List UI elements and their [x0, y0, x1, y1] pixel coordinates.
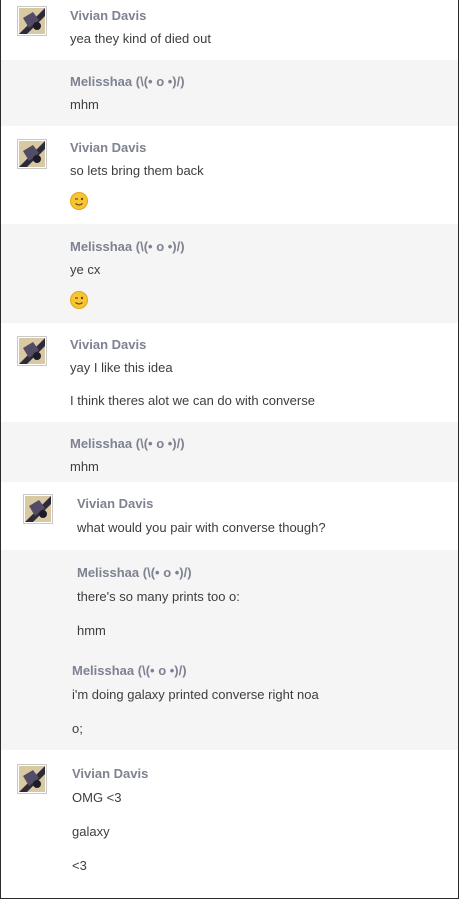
chat-message: Vivian Davis what would you pair with co…: [1, 482, 458, 550]
sender-name[interactable]: Melisshaa (\(• o •)/): [70, 436, 185, 451]
avatar[interactable]: [17, 6, 47, 36]
sender-name[interactable]: Melisshaa (\(• o •)/): [77, 565, 192, 580]
avatar[interactable]: [23, 494, 53, 524]
chat-message: Melisshaa (\(• o •)/) mhm: [1, 60, 458, 126]
sender-name[interactable]: Melisshaa (\(• o •)/): [70, 74, 185, 89]
message-text: so lets bring them back: [70, 163, 204, 178]
message-text: galaxy: [72, 824, 110, 839]
message-text: what would you pair with converse though…: [77, 520, 326, 535]
message-text: OMG <3: [72, 790, 122, 805]
message-text: I think theres alot we can do with conve…: [70, 393, 315, 408]
chat-message: Melisshaa (\(• o •)/) ye cx: [1, 224, 458, 323]
message-text: hmm: [77, 623, 106, 638]
chat-message: Vivian Davis yea they kind of died out: [1, 0, 458, 60]
winking-face-emoji-icon: [70, 291, 88, 309]
sender-name[interactable]: Vivian Davis: [72, 766, 148, 781]
avatar[interactable]: [17, 336, 47, 366]
message-text: <3: [72, 858, 87, 873]
chat-message: Vivian Davis OMG <3 galaxy <3: [1, 750, 458, 898]
sender-name[interactable]: Vivian Davis: [70, 140, 146, 155]
chat-message: Melisshaa (\(• o •)/) mhm: [1, 422, 458, 482]
sender-name[interactable]: Melisshaa (\(• o •)/): [70, 239, 185, 254]
winking-face-emoji-icon: [70, 192, 88, 210]
avatar-image: [19, 8, 45, 34]
sender-name[interactable]: Melisshaa (\(• o •)/): [72, 663, 187, 678]
avatar-image: [19, 338, 45, 364]
message-text: yay I like this idea: [70, 360, 173, 375]
message-text: mhm: [70, 97, 99, 112]
avatar[interactable]: [17, 764, 47, 794]
message-text: there's so many prints too o:: [77, 589, 240, 604]
sender-name[interactable]: Vivian Davis: [77, 496, 153, 511]
chat-message-group: Melisshaa (\(• o •)/) there's so many pr…: [1, 550, 458, 750]
message-text: mhm: [70, 459, 99, 474]
avatar-image: [25, 496, 51, 522]
avatar-image: [19, 766, 45, 792]
chat-message: Vivian Davis so lets bring them back: [1, 126, 458, 224]
message-text: i'm doing galaxy printed converse right …: [72, 687, 319, 702]
message-text: ye cx: [70, 262, 101, 277]
sender-name[interactable]: Vivian Davis: [70, 8, 146, 23]
chat-conversation: Vivian Davis yea they kind of died out M…: [0, 0, 459, 899]
avatar-image: [19, 141, 45, 167]
avatar[interactable]: [17, 139, 47, 169]
chat-message: Vivian Davis yay I like this idea I thin…: [1, 323, 458, 422]
message-text: yea they kind of died out: [70, 31, 211, 46]
sender-name[interactable]: Vivian Davis: [70, 337, 146, 352]
message-text: o;: [72, 721, 83, 736]
